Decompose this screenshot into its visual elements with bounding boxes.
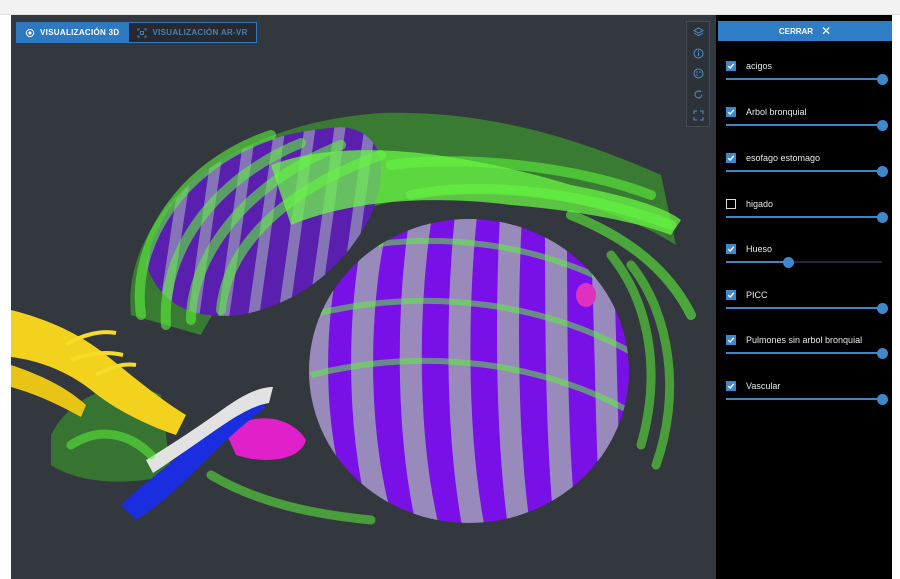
layer-checkbox[interactable] [726, 153, 736, 163]
tab-ar-vr-visualization[interactable]: VISUALIZACIÓN AR-VR [128, 22, 257, 43]
rotate-icon[interactable] [690, 87, 706, 103]
layer-checkbox[interactable] [726, 199, 736, 209]
front-lung [309, 219, 629, 523]
layer-label: esofago estomago [746, 153, 821, 163]
layer-label: acigos [746, 61, 773, 71]
opacity-slider[interactable] [726, 394, 888, 405]
opacity-slider[interactable] [726, 74, 888, 85]
anatomy-3d-model[interactable] [11, 15, 716, 579]
opacity-slider[interactable] [726, 166, 888, 177]
palette-icon[interactable] [690, 66, 706, 82]
tab-3d-visualization[interactable]: VISUALIZACIÓN 3D [16, 22, 129, 43]
tab-3d-label: VISUALIZACIÓN 3D [40, 28, 120, 37]
layers-icon[interactable] [690, 24, 706, 40]
layer-checkbox[interactable] [726, 381, 736, 391]
layer-checkbox[interactable] [726, 107, 736, 117]
opacity-slider[interactable] [726, 212, 888, 223]
viewer-toolbar [686, 21, 710, 127]
layer-checkbox[interactable] [726, 244, 736, 254]
layer-checkbox[interactable] [726, 290, 736, 300]
layer-label: PICC [746, 290, 768, 300]
layer-arbol-bronquial: Arbol bronquial [726, 105, 888, 145]
layer-esofago-estomago: esofago estomago [726, 151, 888, 191]
browser-top-strip [0, 0, 900, 15]
close-button-label: CERRAR [778, 26, 814, 36]
layer-higado: higado [726, 197, 888, 237]
opacity-slider[interactable] [726, 348, 888, 359]
fullscreen-icon[interactable] [690, 108, 706, 124]
layer-acigos: acigos [726, 59, 888, 99]
opacity-slider[interactable] [726, 303, 888, 314]
layers-panel: CERRAR ✕ acigos Arbol bronquial esofago … [716, 15, 892, 579]
opacity-slider[interactable] [726, 120, 888, 131]
layer-picc: PICC [726, 288, 888, 328]
layer-label: Arbol bronquial [746, 107, 807, 117]
layer-checkbox[interactable] [726, 335, 736, 345]
close-button[interactable]: CERRAR ✕ [718, 21, 892, 41]
opacity-slider[interactable] [726, 257, 882, 268]
layer-pulmones: Pulmones sin arbol bronquial [726, 333, 888, 373]
layer-label: Hueso [746, 244, 773, 254]
layer-label: Vascular [746, 381, 781, 391]
layer-hueso: Hueso [726, 242, 886, 282]
3d-viewport[interactable]: VISUALIZACIÓN 3D VISUALIZACIÓN AR-VR [11, 15, 716, 579]
close-icon: ✕ [821, 24, 832, 38]
ar-vr-icon [137, 28, 147, 37]
layer-label: higado [746, 199, 774, 209]
layer-vascular: Vascular [726, 379, 888, 419]
layer-label: Pulmones sin arbol bronquial [746, 335, 863, 345]
cube-rotate-icon [25, 28, 35, 37]
info-icon[interactable] [690, 45, 706, 61]
layer-checkbox[interactable] [726, 61, 736, 71]
tab-ar-vr-label: VISUALIZACIÓN AR-VR [152, 28, 248, 37]
